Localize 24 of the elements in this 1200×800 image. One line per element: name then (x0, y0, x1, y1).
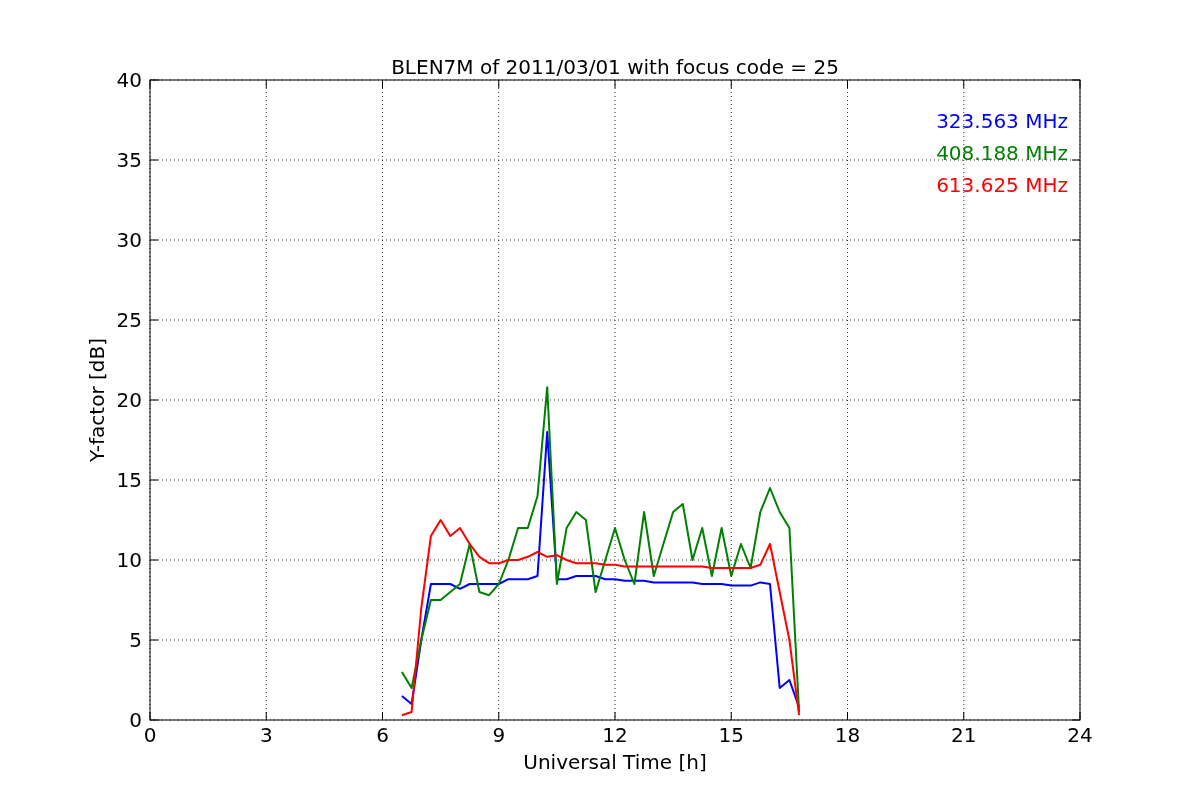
y-tick-label: 0 (129, 708, 142, 732)
y-tick-label: 20 (116, 388, 142, 412)
x-tick-label: 0 (143, 723, 157, 747)
x-tick-label: 21 (951, 723, 977, 747)
x-tick-label: 6 (376, 723, 389, 747)
legend-label: 408.188 MHz (936, 141, 1068, 165)
y-tick-label: 15 (116, 468, 142, 492)
x-tick-label: 24 (1067, 723, 1093, 747)
y-tick-label: 30 (116, 228, 142, 252)
y-tick-label: 5 (129, 628, 142, 652)
y-tick-label: 35 (116, 148, 142, 172)
x-tick-label: 9 (492, 723, 506, 747)
x-axis-label: Universal Time [h] (523, 750, 707, 774)
chart-title: BLEN7M of 2011/03/01 with focus code = 25 (391, 55, 839, 79)
x-tick-label: 15 (718, 723, 744, 747)
x-tick-label: 12 (602, 723, 628, 747)
x-tick-label: 18 (834, 723, 861, 747)
legend-label: 613.625 MHz (936, 173, 1068, 197)
y-tick-label: 10 (116, 548, 142, 572)
y-tick-label: 40 (116, 68, 142, 92)
y-axis-label: Y-factor [dB] (85, 338, 109, 462)
legend-label: 323.563 MHz (936, 109, 1068, 133)
x-tick-label: 3 (259, 723, 273, 747)
y-tick-label: 25 (116, 308, 142, 332)
